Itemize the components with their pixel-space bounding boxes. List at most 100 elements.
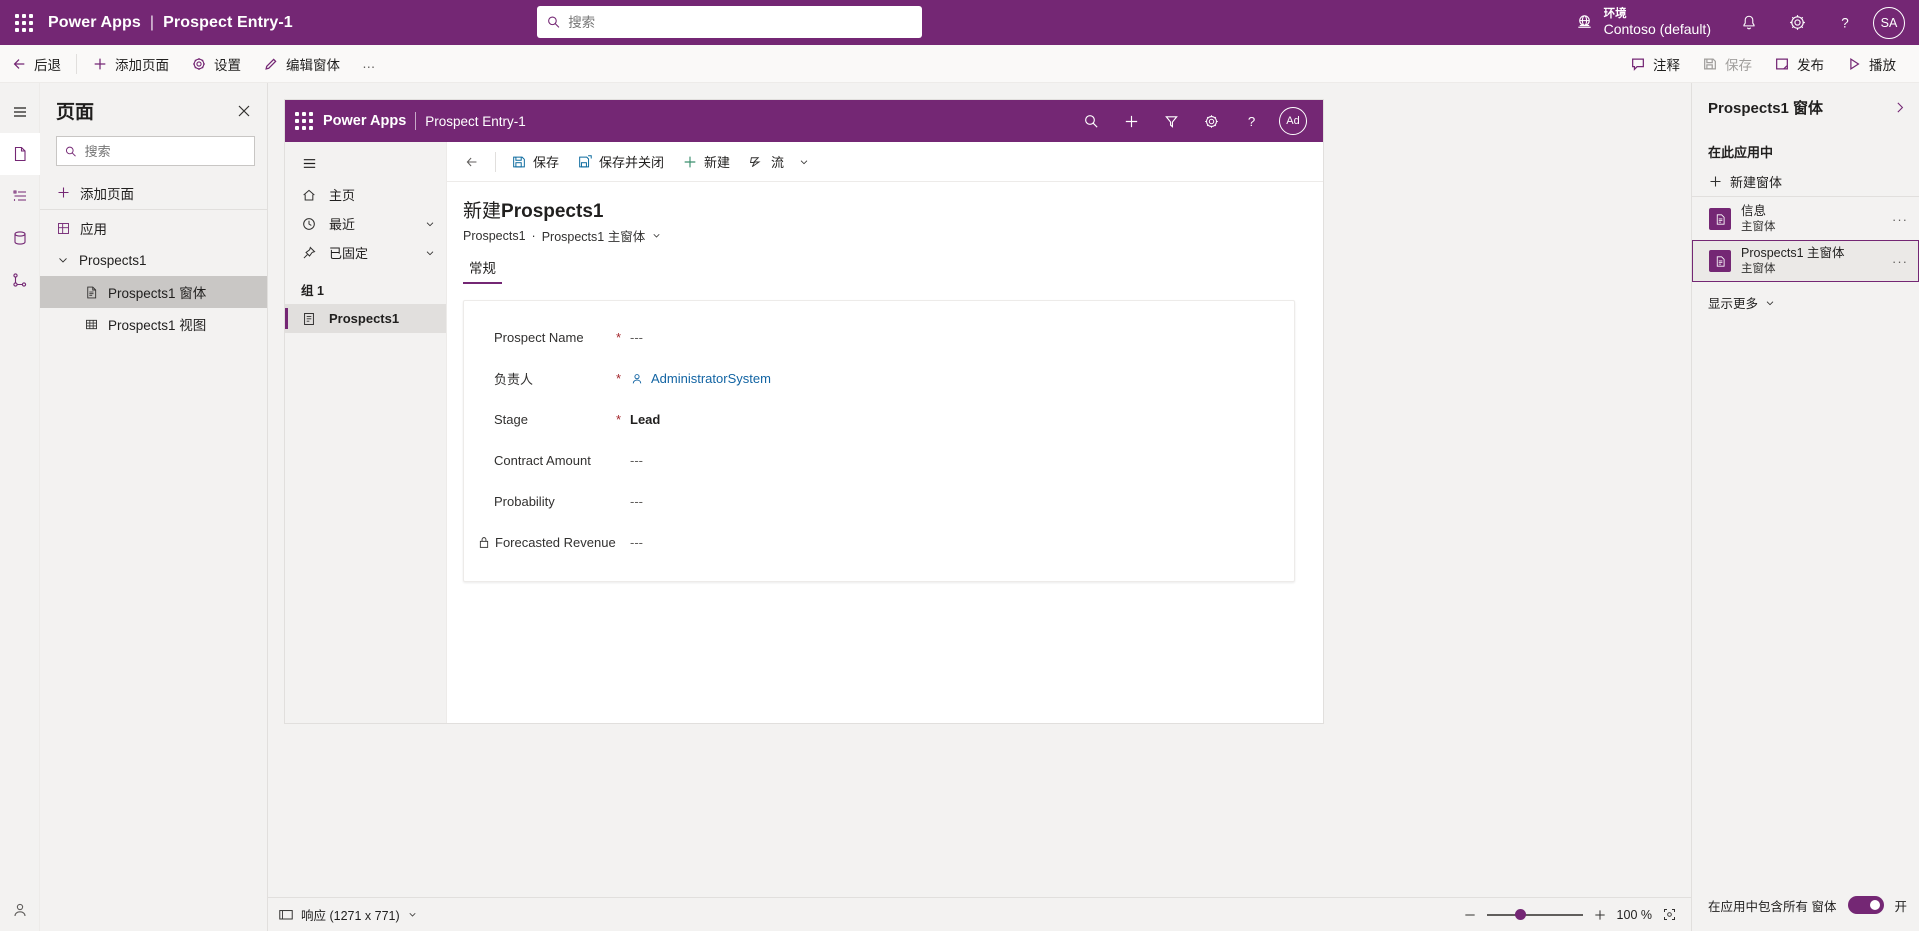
tree-item-app[interactable]: 应用 (40, 212, 267, 244)
pages-search[interactable] (56, 136, 255, 166)
tree-item-prospects1-group[interactable]: Prospects1 (40, 244, 267, 276)
include-all-forms-toggle[interactable] (1848, 896, 1885, 914)
field-value[interactable]: --- (630, 330, 643, 345)
required-indicator: * (616, 330, 622, 345)
environment-name: Contoso (default) (1603, 20, 1711, 37)
form-back-button[interactable] (455, 142, 489, 182)
zoom-slider-thumb[interactable] (1514, 909, 1526, 920)
preview-nav-collapse-button[interactable] (285, 146, 446, 180)
fit-to-screen-button[interactable] (1662, 907, 1677, 922)
environment-picker[interactable]: 环境 Contoso (default) (1561, 7, 1725, 39)
chevron-down-icon[interactable] (651, 230, 662, 241)
comment-icon (1632, 57, 1644, 71)
rail-hamburger-button[interactable] (0, 91, 40, 133)
zoom-slider-track (1486, 913, 1583, 916)
preview-new-button[interactable] (1111, 100, 1151, 142)
add-page-button[interactable]: 添加页面 (81, 45, 180, 83)
form-field-row: Stage * Lead (464, 399, 1294, 440)
chevron-down-icon (59, 258, 67, 263)
notifications-button[interactable] (1725, 0, 1773, 45)
field-value-owner[interactable]: AdministratorSystem (630, 371, 771, 386)
tab-general[interactable]: 常规 (463, 257, 502, 284)
field-value[interactable]: --- (630, 494, 643, 509)
back-button[interactable]: 后退 (0, 45, 72, 83)
form-new-button[interactable]: 新建 (673, 142, 739, 182)
pages-search-input[interactable] (84, 143, 246, 159)
svg-text:?: ? (1841, 15, 1849, 30)
form-title-entity: Prospects1 (501, 201, 604, 222)
brand-separator: | (149, 13, 155, 31)
zoom-slider[interactable] (1486, 908, 1583, 922)
nav-item-recent[interactable]: 最近 (285, 209, 446, 238)
user-avatar[interactable]: SA (1873, 6, 1905, 39)
form-command-bar: 保存 保存并关闭 新建 流 (447, 142, 1323, 182)
rail-data-button[interactable] (0, 217, 40, 259)
flow-icon (750, 156, 761, 167)
back-label: 后退 (34, 57, 61, 73)
preview-filter-button[interactable] (1151, 100, 1191, 142)
chevron-down-icon[interactable] (424, 247, 446, 259)
form-flow-button[interactable]: 流 (739, 142, 819, 182)
play-button[interactable]: 播放 (1835, 45, 1907, 83)
form-item-more-button[interactable]: ··· (1892, 212, 1908, 227)
close-icon[interactable] (233, 100, 255, 122)
settings-button[interactable] (1773, 0, 1821, 45)
preview-user-avatar[interactable]: Ad (1279, 107, 1307, 135)
field-value[interactable]: --- (630, 453, 643, 468)
form-list-item-prospects1-main[interactable]: Prospects1 主窗体 主窗体 ··· (1692, 240, 1919, 282)
brand-area[interactable]: Power Apps | Prospect Entry-1 (48, 14, 293, 32)
help-button[interactable]: ? (1821, 0, 1869, 45)
zoom-in-button[interactable] (1593, 908, 1607, 922)
settings-label: 设置 (214, 57, 241, 73)
form-field-row: Probability --- (464, 481, 1294, 522)
waffle-menu-icon[interactable] (285, 112, 323, 130)
form-save-button[interactable]: 保存 (502, 142, 568, 182)
top-header-bar: Power Apps | Prospect Entry-1 搜索 环境 Cont… (0, 0, 1919, 45)
search-input[interactable] (568, 14, 912, 30)
form-icon (1709, 250, 1731, 272)
form-field-row: Contract Amount --- (464, 440, 1294, 481)
form-save-close-button[interactable]: 保存并关闭 (568, 142, 673, 182)
preview-search-button[interactable] (1071, 100, 1111, 142)
form-list-item-information[interactable]: 信息 主窗体 ··· (1692, 198, 1919, 240)
settings-button-cmd[interactable]: 设置 (180, 45, 252, 83)
waffle-menu-icon[interactable] (0, 13, 48, 32)
canvas-region: Power Apps Prospect Entry-1 ? Ad 主页 最近 已… (268, 83, 1691, 931)
new-form-button[interactable]: 新建窗体 (1692, 167, 1919, 197)
chevron-down-icon[interactable] (424, 218, 446, 230)
chevron-down-glyph (426, 250, 434, 255)
tree-item-prospects1-view[interactable]: Prospects1 视图 (40, 308, 267, 340)
breadcrumb-form[interactable]: Prospects1 主窗体 (542, 226, 646, 245)
nav-item-home[interactable]: 主页 (285, 180, 446, 209)
expand-panel-button[interactable] (1892, 100, 1907, 115)
tree-item-prospects1-form[interactable]: Prospects1 窗体 (40, 276, 267, 308)
overflow-button[interactable]: … (351, 45, 389, 83)
add-page-item[interactable]: 添加页面 (40, 176, 267, 210)
preview-settings-button[interactable] (1191, 100, 1231, 142)
canvas-status-bar: 响应 (1271 x 771) 100 % (268, 897, 1691, 931)
screen-mode-label: 响应 (1271 x 771) (301, 909, 400, 923)
edit-form-button[interactable]: 编辑窗体 (252, 45, 351, 83)
rail-profile-button[interactable] (0, 889, 40, 931)
global-search[interactable] (537, 6, 922, 38)
zoom-out-button[interactable] (1463, 908, 1477, 922)
screen-size-selector[interactable]: 响应 (1271 x 771) (278, 905, 418, 924)
comment-button[interactable]: 注释 (1619, 45, 1691, 83)
publish-icon (1776, 57, 1788, 70)
zoom-level-label: 100 % (1616, 907, 1652, 922)
publish-button[interactable]: 发布 (1763, 45, 1835, 83)
nav-item-pinned[interactable]: 已固定 (285, 238, 446, 267)
plus-icon (94, 58, 106, 69)
search-icon (65, 146, 76, 157)
nav-item-prospects1[interactable]: Prospects1 (285, 304, 446, 333)
preview-help-button[interactable]: ? (1231, 100, 1271, 142)
rail-pages-button[interactable] (0, 133, 40, 175)
field-value[interactable]: Lead (630, 412, 660, 427)
preview-brand: Power Apps Prospect Entry-1 (323, 112, 526, 130)
show-more-button[interactable]: 显示更多 (1692, 282, 1919, 312)
form-item-more-button[interactable]: ··· (1892, 254, 1908, 269)
save-button[interactable]: 保存 (1691, 45, 1763, 83)
app-icon (58, 222, 69, 234)
rail-navigation-button[interactable] (0, 175, 40, 217)
rail-automation-button[interactable] (0, 259, 40, 301)
